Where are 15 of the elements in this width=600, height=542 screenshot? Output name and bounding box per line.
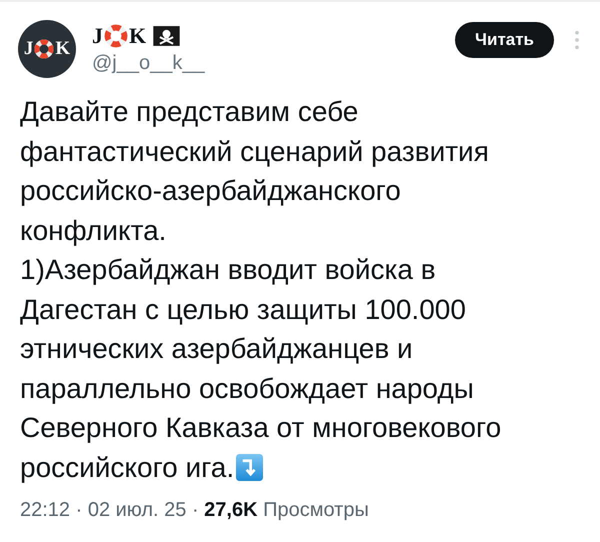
post-text: российского ига. <box>20 450 234 485</box>
avatar[interactable]: J K <box>18 20 76 78</box>
lifebuoy-icon <box>34 39 54 59</box>
post-meta: 22:12 · 02 июл. 25 · 27,6K Просмотры <box>20 499 369 522</box>
avatar-letter: J <box>24 38 34 60</box>
avatar-letter: K <box>55 38 70 60</box>
follow-button[interactable]: Читать <box>455 22 554 58</box>
arrow-down-icon <box>236 454 264 481</box>
display-name: J <box>92 24 103 48</box>
post-text: Давайте представим себе фантастический сценарий развития российско-азербайджанского конфликта. <box>20 95 489 248</box>
lifebuoy-icon <box>104 24 128 48</box>
more-icon[interactable] <box>574 29 580 51</box>
pirate-flag-icon <box>153 24 180 46</box>
user-handle[interactable]: @j__o__k__ <box>92 52 456 74</box>
display-name: K <box>129 24 146 48</box>
